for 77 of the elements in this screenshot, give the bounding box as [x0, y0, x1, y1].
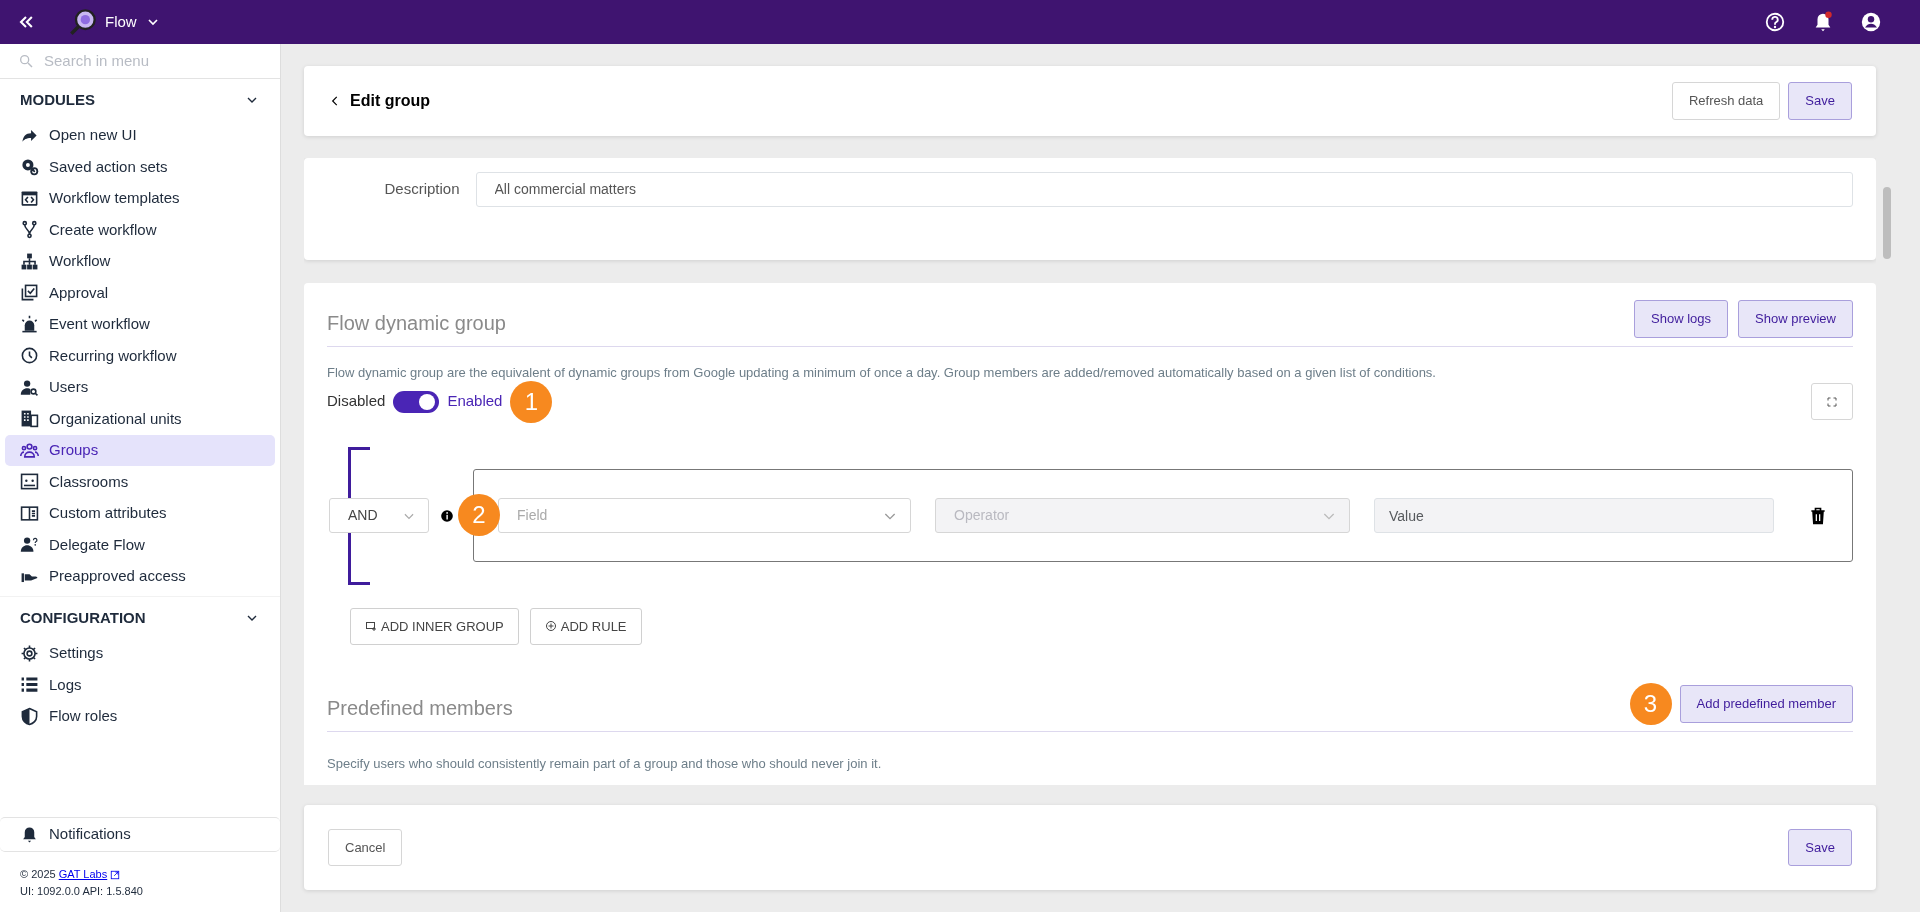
toggle-label: Enabled	[447, 391, 503, 412]
save-button[interactable]: Save	[1788, 82, 1852, 120]
section-title: CONFIGURATION	[20, 608, 146, 628]
gear-icon	[20, 643, 39, 663]
branch-icon	[20, 220, 39, 240]
refresh-button[interactable]: Refresh data	[1671, 82, 1781, 120]
group-add-icon	[365, 620, 377, 633]
sidebar-item[interactable]: Event workflow	[5, 308, 275, 340]
plus-circle-icon	[544, 620, 557, 633]
user-question-icon	[20, 535, 39, 555]
cancel-button[interactable]: Cancel	[328, 828, 403, 867]
section-title: Predefined members	[327, 696, 513, 721]
shield-icon	[20, 706, 39, 726]
trash-icon[interactable]	[1808, 505, 1828, 526]
sidebar-item[interactable]: Workflow	[5, 245, 275, 277]
description-field[interactable]: All commercial matters	[475, 172, 1853, 207]
sidebar-item[interactable]: Organizational units	[5, 403, 275, 435]
step-callout: 2	[458, 494, 500, 536]
step-callout: 1	[510, 380, 553, 423]
people-icon	[20, 440, 39, 460]
list-icon	[20, 675, 39, 695]
version-text: UI: 1092.0.0 API: 1.5.840	[20, 883, 144, 899]
add-predefined-member-button[interactable]: Add predefined member	[1679, 685, 1853, 723]
step-callout: 3	[1629, 683, 1672, 725]
app-switcher[interactable]: Flow	[69, 8, 161, 36]
section-header[interactable]: MODULES	[0, 79, 280, 120]
user-search-icon	[20, 377, 39, 397]
search-icon	[18, 53, 34, 69]
toggle-label: Disabled	[327, 391, 386, 412]
gat-labs-link[interactable]: GAT Labs	[58, 868, 108, 880]
code-window-icon	[20, 188, 39, 208]
combinator-select[interactable]: AND	[329, 498, 429, 533]
panel-icon	[20, 503, 39, 523]
add-inner-group-button[interactable]: ADD INNER GROUP	[350, 607, 519, 645]
info-icon	[440, 508, 454, 523]
add-rule-button[interactable]: ADD RULE	[529, 607, 642, 645]
section-header[interactable]: CONFIGURATION	[0, 597, 280, 638]
clock-icon	[20, 346, 39, 366]
scrollbar-thumb[interactable]	[1883, 187, 1891, 259]
sidebar-item[interactable]: Users	[5, 371, 275, 403]
sidebar-item[interactable]: Groups	[5, 434, 275, 466]
sidebar-item[interactable]: Preapproved access	[5, 560, 275, 592]
expand-icon	[1826, 396, 1838, 409]
sidebar-item[interactable]: Settings	[5, 637, 275, 669]
sidebar-item[interactable]: Approval	[5, 277, 275, 309]
sidebar-item[interactable]: Flow roles	[5, 700, 275, 732]
show-preview-button[interactable]: Show preview	[1738, 300, 1853, 338]
sidebar-item[interactable]: Open new UI	[5, 119, 275, 151]
sidebar-item[interactable]: Logs	[5, 669, 275, 701]
field-label: Description	[383, 179, 460, 199]
description-text: Flow dynamic group are the equivalent of dynamic groups from Google updating a minimum of once a day. Group members are added/removed automatically based on a given list of conditions.	[327, 364, 1437, 382]
siren-icon	[20, 314, 39, 334]
sidebar-item[interactable]: Classrooms	[5, 466, 275, 498]
sidebar-item[interactable]: Create workflow	[5, 214, 275, 246]
hierarchy-icon	[20, 251, 39, 271]
gear-icon	[20, 157, 39, 177]
section-title: MODULES	[20, 90, 95, 110]
description-text: Specify users who should consistently remain part of a group and those who should never join it.	[327, 755, 883, 773]
sidebar-item[interactable]: Delegate Flow	[5, 529, 275, 561]
building-icon	[20, 409, 39, 429]
sidebar-item[interactable]: Workflow templates	[5, 182, 275, 214]
classroom-board-icon	[20, 472, 39, 492]
account-icon[interactable]	[1860, 11, 1882, 33]
section-title: Flow dynamic group	[327, 311, 506, 336]
notifications-item[interactable]: Notifications	[0, 817, 280, 852]
sidebar-item[interactable]: Custom attributes	[5, 497, 275, 529]
checklist-icon	[20, 283, 39, 303]
external-link-icon	[110, 870, 121, 881]
sidebar-item[interactable]: Saved action sets	[5, 151, 275, 183]
enabled-switch[interactable]	[393, 390, 440, 413]
magnifier-logo-icon	[69, 8, 97, 36]
back-link[interactable]: Edit group	[328, 89, 430, 113]
copyright-text: © 2025 GAT Labs	[20, 866, 260, 883]
save-button[interactable]: Save	[1788, 828, 1852, 867]
show-logs-button[interactable]: Show logs	[1634, 300, 1729, 338]
help-icon[interactable]	[1764, 11, 1786, 33]
sidebar-item[interactable]: Recurring workflow	[5, 340, 275, 372]
